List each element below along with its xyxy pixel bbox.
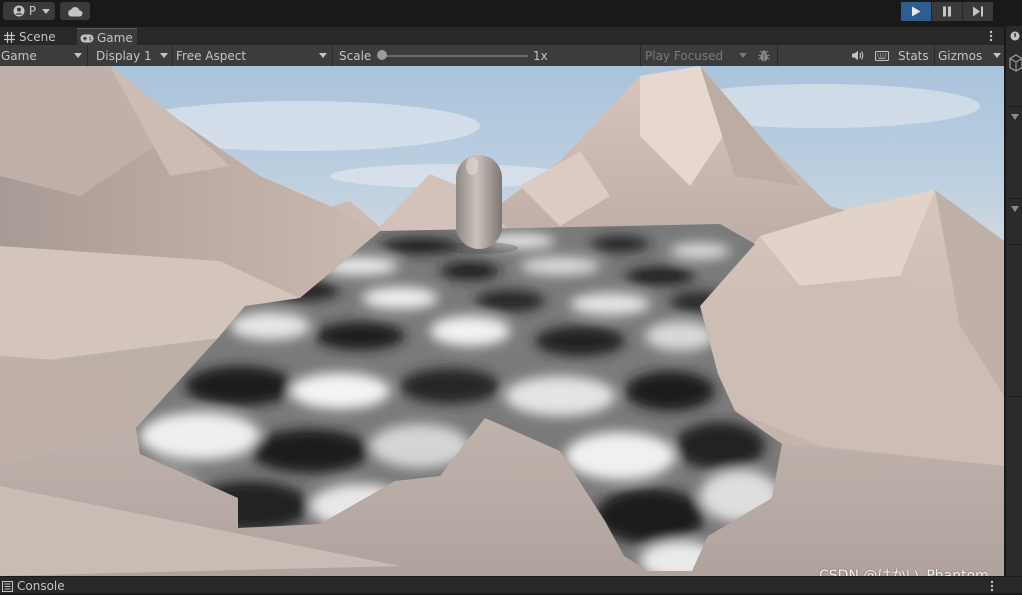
tab-menu-button[interactable] [984,27,998,45]
cloud-button[interactable] [60,2,90,20]
bug-icon [757,49,771,63]
display-select-value: Display 1 [96,48,152,63]
tab-console[interactable]: Console [2,579,65,593]
game-render [0,66,1004,576]
scale-slider-handle[interactable] [377,50,387,60]
scale-label: Scale [339,48,372,63]
stats-button[interactable]: Stats [898,45,929,66]
cube-icon [1009,54,1022,75]
bottom-panel-tabs: Console [0,576,1022,593]
grid-icon [2,30,16,44]
chevron-down-icon [160,53,168,58]
more-vertical-icon [989,30,993,42]
tab-game-label: Game [97,31,133,45]
chevron-down-icon [993,53,1001,58]
view-select-value: Game [1,48,37,63]
more-vertical-icon[interactable] [990,580,994,595]
tab-scene-label: Scene [19,30,56,44]
cloud-icon [67,6,83,17]
keyboard-shortcuts-button[interactable] [872,45,892,66]
account-icon [13,5,25,17]
scale-slider-track[interactable] [382,55,528,57]
step-button[interactable] [962,2,993,21]
aspect-select[interactable]: Free Aspect [173,45,331,66]
view-select[interactable]: Game [0,45,86,66]
aspect-select-value: Free Aspect [176,48,247,63]
debug-button[interactable] [753,45,775,66]
main-toolbar: P [0,0,1022,26]
keyboard-icon [875,50,889,61]
chevron-down-icon [319,53,327,58]
play-controls [901,2,993,21]
view-tab-bar: Scene Game [0,26,1004,47]
game-viewport[interactable]: CSDN @はかい_Phantom [0,66,1004,576]
step-icon [972,6,984,17]
watermark-text: CSDN @はかい_Phantom [819,568,989,576]
pause-button[interactable] [931,2,962,21]
chevron-down-icon[interactable] [1011,114,1019,120]
lock-icon[interactable] [1010,30,1020,44]
play-mode-select-value: Play Focused [645,48,724,63]
tab-console-label: Console [17,579,65,593]
gizmos-button[interactable]: Gizmos [938,45,1004,66]
scale-value: 1x [533,48,548,63]
chevron-down-icon [74,53,82,58]
mute-audio-button[interactable] [848,45,866,66]
console-icon [2,580,13,592]
tab-scene[interactable]: Scene [2,28,76,46]
chevron-down-icon [739,53,747,58]
game-view-toolbar: Game Display 1 Free Aspect Scale 1x Play… [0,45,1004,67]
gizmos-label: Gizmos [938,48,983,63]
play-button[interactable] [901,2,931,21]
chevron-down-icon [42,8,51,14]
account-button[interactable]: P [3,2,55,20]
pause-icon [942,6,952,17]
inspector-edge-panel [1004,26,1022,576]
play-mode-select[interactable]: Play Focused [641,45,751,66]
gamepad-icon [80,31,94,45]
account-label: P [28,4,37,18]
speaker-icon [851,50,864,61]
chevron-down-icon[interactable] [1011,206,1019,212]
display-select[interactable]: Display 1 [88,45,172,66]
play-icon [911,6,921,17]
